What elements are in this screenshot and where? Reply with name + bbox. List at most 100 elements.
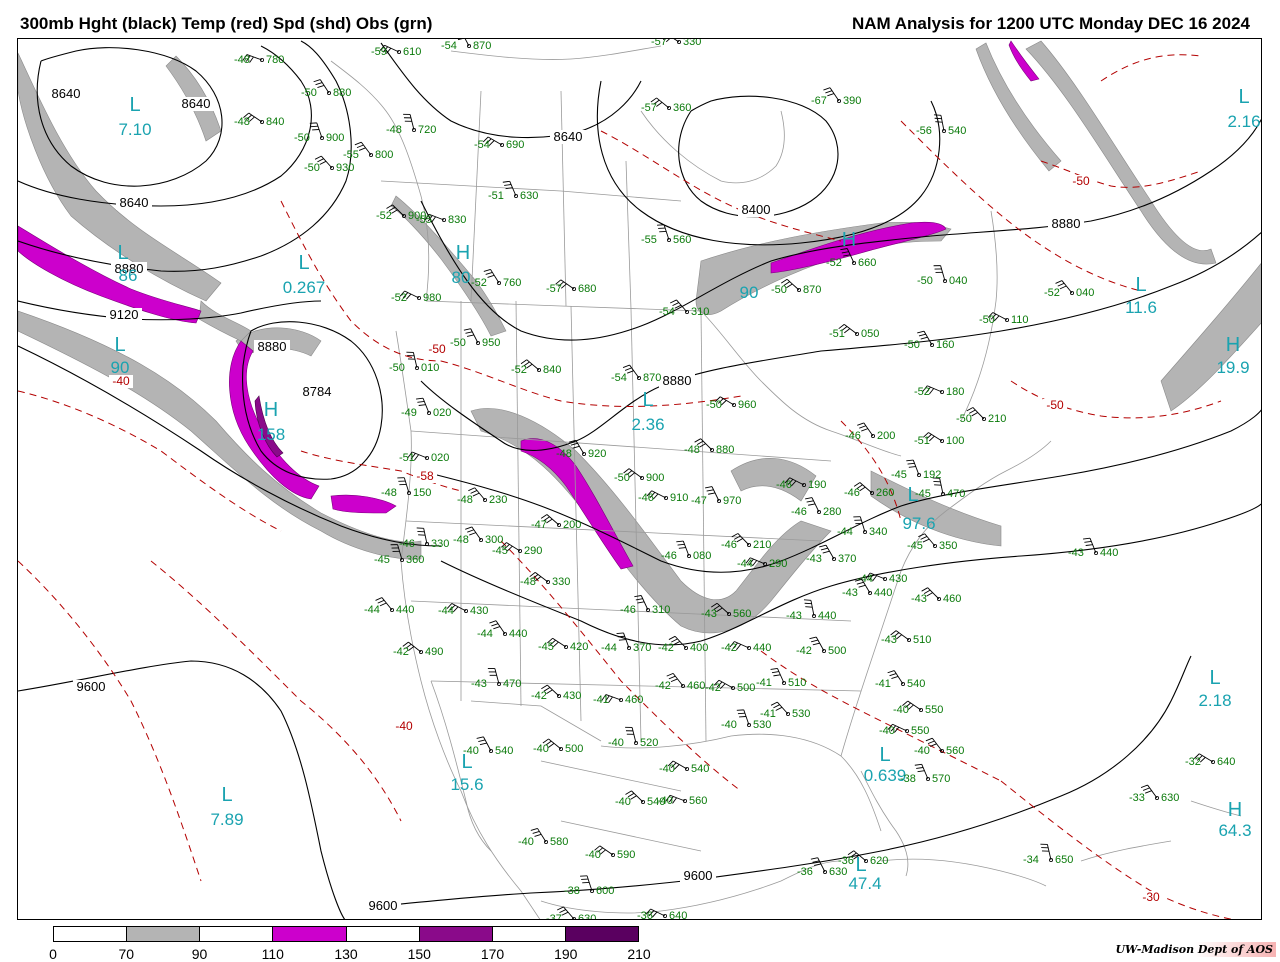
wind-barb-flag — [609, 697, 613, 703]
wind-barb-staff — [321, 156, 332, 168]
wind-barb-flag — [1086, 545, 1093, 546]
obs-height: 110 — [1011, 314, 1029, 326]
obs-height: 950 — [482, 337, 500, 349]
obs-height: 540 — [948, 125, 966, 137]
obs-temperature: -46 — [620, 604, 636, 616]
wind-barb-staff — [925, 534, 935, 546]
obs-temperature: -51 — [914, 435, 930, 447]
high-low-value: 2.16 — [1227, 112, 1260, 131]
station-obs: -50870 — [771, 279, 821, 296]
high-low-value: 7.10 — [118, 120, 151, 139]
obs-temperature: -51 — [399, 452, 415, 464]
wind-barb-flag — [467, 530, 474, 532]
wind-barb-flag — [669, 676, 675, 679]
wind-barb-flag — [477, 737, 484, 739]
obs-height: 540 — [907, 678, 925, 690]
obs-height: 190 — [808, 479, 826, 491]
wind-barb-staff — [913, 460, 919, 475]
obs-height: 390 — [843, 95, 861, 107]
high-low-value: 7.89 — [210, 810, 243, 829]
wind-barb-staff — [475, 488, 485, 500]
obs-height: 020 — [433, 407, 451, 419]
wind-barb-flag — [573, 446, 580, 448]
height-contour-label: 8880 — [258, 339, 287, 354]
obs-temperature: -44 — [601, 642, 617, 654]
wind-barb-flag — [671, 679, 677, 682]
wind-barb-flag — [771, 668, 778, 669]
obs-height: 440 — [874, 587, 892, 599]
credit-label: UW-Madison Dept of AOS — [1112, 942, 1276, 957]
obs-temperature: -50 — [706, 399, 722, 411]
obs-height: 880 — [333, 87, 351, 99]
obs-height: 540 — [691, 763, 709, 775]
obs-temperature: -44 — [364, 604, 380, 616]
obs-temperature: -40 — [608, 737, 624, 749]
obs-temperature: -50 — [450, 337, 466, 349]
obs-temperature: -46 — [721, 539, 737, 551]
wind-barb-flag — [772, 672, 779, 673]
station-obs: -54690 — [474, 137, 524, 151]
obs-temperature: -48 — [386, 124, 402, 136]
wind-barb-staff — [896, 631, 909, 640]
wind-barb-staff — [777, 702, 788, 714]
obs-temperature: -50 — [304, 162, 320, 174]
obs-temperature: -43 — [881, 634, 897, 646]
obs-temperature: -55 — [416, 214, 432, 226]
obs-height: 200 — [563, 519, 581, 531]
legend-swatch — [493, 927, 566, 941]
obs-height: 900 — [326, 132, 344, 144]
wind-barb-flag — [526, 364, 532, 368]
station-obs: -50900 — [614, 469, 664, 484]
wind-barb-flag — [859, 585, 866, 587]
obs-temperature: -34 — [1023, 854, 1039, 866]
obs-height: 690 — [506, 139, 524, 151]
wind-barb-flag — [618, 636, 625, 637]
wind-barb-flag — [636, 599, 643, 600]
wind-barb-flag — [906, 460, 913, 461]
obs-height: 360 — [673, 102, 691, 114]
obs-temperature: -40 — [893, 704, 909, 716]
station-obs: -57680 — [546, 280, 596, 295]
wind-barb-flag — [465, 332, 472, 333]
obs-height: 510 — [913, 634, 931, 646]
obs-temperature: -54 — [441, 40, 457, 52]
wind-barb-flag — [908, 463, 915, 464]
wind-barb-flag — [823, 88, 830, 90]
obs-height: 420 — [570, 641, 588, 653]
obs-height: 180 — [946, 386, 964, 398]
obs-temperature: -52 — [1044, 287, 1060, 299]
wind-barb-flag — [320, 161, 326, 164]
station-obs: -52180 — [914, 386, 964, 398]
wind-barb-flag — [807, 501, 814, 502]
wind-barb-flag — [533, 831, 540, 833]
obs-temperature: -41 — [593, 694, 609, 706]
obs-temperature: -32 — [1185, 756, 1201, 768]
station-obs: -59610 — [371, 45, 421, 58]
wind-barb-staff — [738, 533, 749, 545]
station-obs: -43440 — [786, 600, 836, 622]
wind-barb-flag — [929, 436, 934, 441]
wind-barb-staff — [941, 115, 944, 131]
obs-temperature: -48 — [684, 444, 700, 456]
coastline-cuba — [881, 859, 1046, 886]
station-obs: -46210 — [721, 533, 771, 551]
station-obs: -50040 — [917, 266, 967, 287]
station-obs: -40590 — [585, 846, 635, 861]
wind-barb-flag — [776, 707, 782, 710]
wind-barb-flag — [493, 627, 500, 629]
high-low-letter: H — [264, 399, 278, 421]
wind-barb-flag — [553, 642, 558, 647]
obs-height: 470 — [503, 678, 521, 690]
wind-barb-flag — [458, 39, 465, 40]
wind-barb-flag — [908, 705, 913, 710]
obs-temperature: -42 — [796, 645, 812, 657]
wind-barb-flag — [721, 400, 726, 405]
height-contour-label: 9120 — [110, 307, 139, 322]
wind-barb-flag — [468, 488, 474, 491]
obs-temperature: -54 — [611, 372, 627, 384]
wind-barb-flag — [670, 300, 676, 303]
obs-height: 880 — [716, 444, 734, 456]
wind-barb-staff — [600, 846, 613, 855]
obs-height: 310 — [691, 306, 709, 318]
obs-height: 930 — [336, 162, 354, 174]
